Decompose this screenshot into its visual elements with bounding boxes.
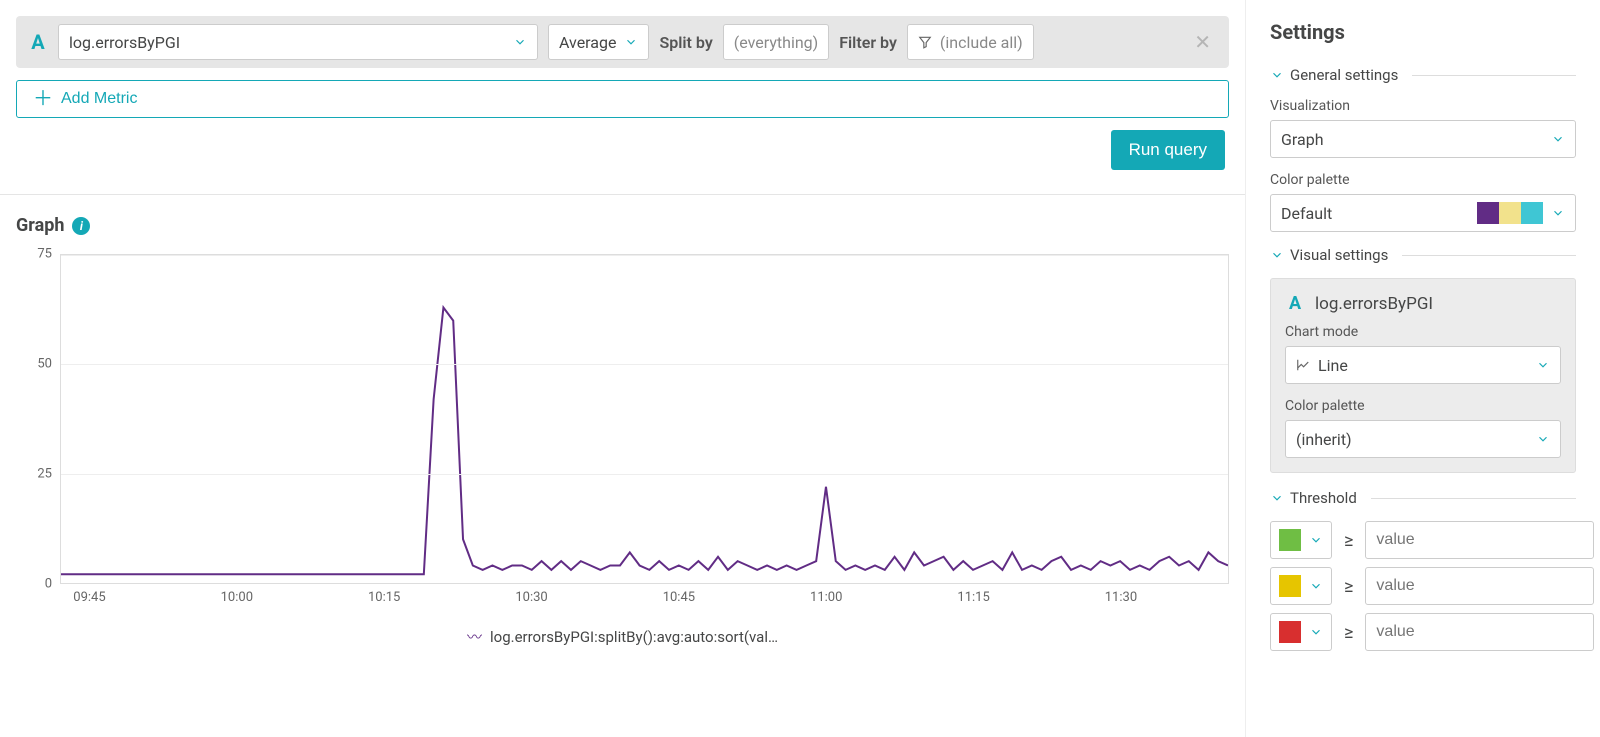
threshold-color-select[interactable] <box>1270 521 1332 559</box>
threshold-value-input[interactable] <box>1365 567 1594 605</box>
y-tick: 50 <box>37 357 52 372</box>
info-icon[interactable]: i <box>72 217 90 235</box>
general-settings-header[interactable]: General settings <box>1270 66 1576 84</box>
plus-icon: ＋ <box>33 89 53 109</box>
y-axis: 0255075 <box>16 254 60 584</box>
visualization-label: Visualization <box>1270 98 1576 114</box>
x-tick: 11:15 <box>957 590 989 605</box>
chart-mode-value: Line <box>1318 356 1348 375</box>
line-series <box>61 255 1228 583</box>
threshold-operator: ≥ <box>1344 622 1353 643</box>
x-tick: 10:00 <box>221 590 253 605</box>
metric-value: log.errorsByPGI <box>69 33 180 52</box>
aggregation-select[interactable]: Average <box>548 24 649 60</box>
settings-title: Settings <box>1270 20 1576 44</box>
chart-mode-label: Chart mode <box>1285 324 1561 340</box>
line-chart-icon <box>1296 358 1310 372</box>
x-axis: 09:45 10:00 10:15 10:30 10:45 11:00 11:15 11:30 <box>60 590 1229 610</box>
threshold-value-input[interactable] <box>1365 613 1594 651</box>
run-query-label: Run query <box>1129 140 1207 159</box>
plot-area <box>60 254 1229 584</box>
graph-title: Graph <box>16 215 64 236</box>
x-tick: 10:15 <box>368 590 400 605</box>
color-swatch <box>1279 529 1301 551</box>
chevron-down-icon <box>1536 432 1550 446</box>
chevron-down-icon <box>1270 248 1284 262</box>
x-tick: 10:45 <box>663 590 695 605</box>
chevron-down-icon <box>1551 206 1565 220</box>
threshold-row: ≥ <box>1270 613 1576 651</box>
chevron-down-icon <box>1270 491 1284 505</box>
add-metric-label: Add Metric <box>61 90 137 108</box>
chevron-down-icon <box>513 35 527 49</box>
threshold-row: ≥ <box>1270 521 1576 559</box>
chevron-down-icon <box>1309 625 1323 639</box>
visual-palette-label: Color palette <box>1285 398 1561 414</box>
visualization-value: Graph <box>1281 130 1324 149</box>
y-tick: 0 <box>45 577 52 592</box>
x-tick: 11:00 <box>810 590 842 605</box>
chevron-down-icon <box>624 35 638 49</box>
query-letter: A <box>28 30 48 54</box>
palette-label: Color palette <box>1270 172 1576 188</box>
color-swatch <box>1279 621 1301 643</box>
visual-metric-card: A log.errorsByPGI Chart mode Line Color … <box>1270 278 1576 473</box>
x-tick: 11:30 <box>1105 590 1137 605</box>
threshold-color-select[interactable] <box>1270 567 1332 605</box>
x-tick: 09:45 <box>73 590 105 605</box>
palette-value: Default <box>1281 204 1332 223</box>
remove-query-icon[interactable]: ✕ <box>1188 30 1217 54</box>
filter-placeholder: (include all) <box>940 33 1023 52</box>
palette-select[interactable]: Default <box>1270 194 1576 232</box>
query-row: A log.errorsByPGI Average Split by (ever… <box>16 16 1229 68</box>
chevron-down-icon <box>1270 68 1284 82</box>
run-query-button[interactable]: Run query <box>1111 130 1225 170</box>
visual-settings-header[interactable]: Visual settings <box>1270 246 1576 264</box>
general-settings-label: General settings <box>1290 66 1398 84</box>
aggregation-value: Average <box>559 33 616 52</box>
chart: 0255075 <box>16 254 1229 584</box>
threshold-value-input[interactable] <box>1365 521 1594 559</box>
chevron-down-icon <box>1536 358 1550 372</box>
section-divider <box>0 194 1245 195</box>
split-by-placeholder: (everything) <box>734 33 818 52</box>
split-by-label: Split by <box>659 33 712 52</box>
threshold-operator: ≥ <box>1344 530 1353 551</box>
filter-icon <box>918 35 932 49</box>
threshold-header[interactable]: Threshold <box>1270 489 1576 507</box>
legend-line-icon: 〰 <box>467 626 482 647</box>
visualization-select[interactable]: Graph <box>1270 120 1576 158</box>
visual-metric-letter: A <box>1285 293 1305 314</box>
chart-mode-select[interactable]: Line <box>1285 346 1561 384</box>
visual-palette-value: (inherit) <box>1296 430 1352 449</box>
legend-label: log.errorsByPGI:splitBy():avg:auto:sort(… <box>490 628 778 646</box>
palette-swatches <box>1477 202 1543 224</box>
split-by-select[interactable]: (everything) <box>723 24 829 60</box>
chart-legend: 〰 log.errorsByPGI:splitBy():avg:auto:sor… <box>16 626 1229 647</box>
threshold-color-select[interactable] <box>1270 613 1332 651</box>
y-tick: 25 <box>37 467 52 482</box>
x-tick: 10:30 <box>515 590 547 605</box>
visual-settings-label: Visual settings <box>1290 246 1388 264</box>
chevron-down-icon <box>1309 579 1323 593</box>
color-swatch <box>1279 575 1301 597</box>
chevron-down-icon <box>1551 132 1565 146</box>
visual-palette-select[interactable]: (inherit) <box>1285 420 1561 458</box>
metric-select[interactable]: log.errorsByPGI <box>58 24 538 60</box>
settings-panel: Settings General settings Visualization … <box>1245 0 1600 737</box>
chevron-down-icon <box>1309 533 1323 547</box>
filter-by-label: Filter by <box>839 33 897 52</box>
add-metric-button[interactable]: ＋ Add Metric <box>16 80 1229 118</box>
y-tick: 75 <box>37 247 52 262</box>
threshold-label: Threshold <box>1290 489 1357 507</box>
visual-metric-name: log.errorsByPGI <box>1315 294 1433 314</box>
threshold-operator: ≥ <box>1344 576 1353 597</box>
filter-by-select[interactable]: (include all) <box>907 24 1034 60</box>
threshold-row: ≥ <box>1270 567 1576 605</box>
